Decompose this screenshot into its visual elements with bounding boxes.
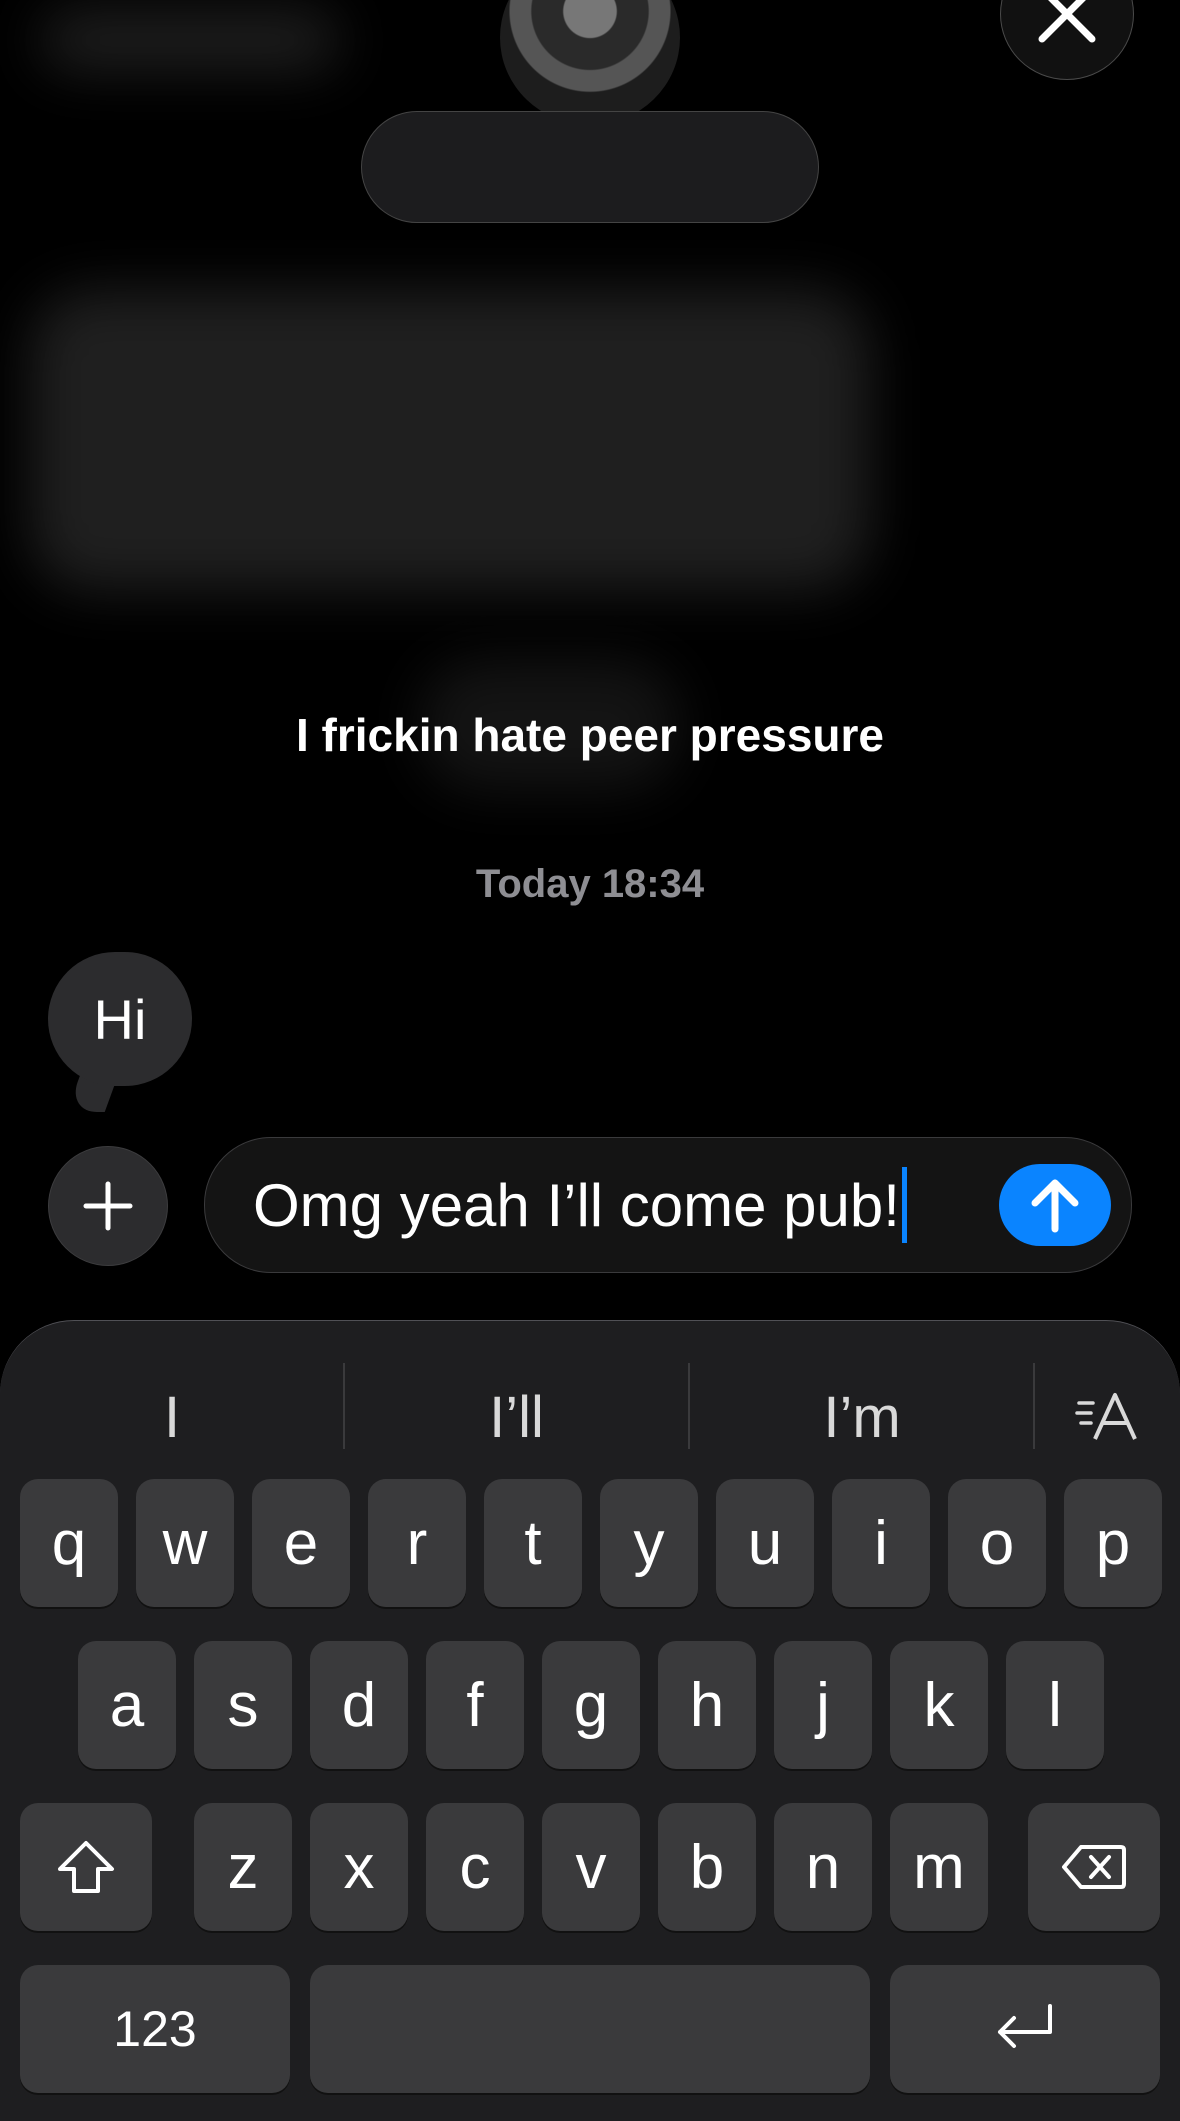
incoming-message-bubble[interactable]: Hi [48, 952, 192, 1086]
arrow-up-icon [1031, 1179, 1079, 1233]
close-button[interactable] [1000, 0, 1134, 80]
key-g[interactable]: g [542, 1641, 640, 1769]
key-c[interactable]: c [426, 1803, 524, 1931]
numbers-key[interactable]: 123 [20, 1965, 290, 2093]
incoming-message-text: Hi [93, 987, 147, 1051]
prediction-1[interactable]: I [0, 1365, 344, 1469]
key-y[interactable]: y [600, 1479, 698, 1607]
delete-key[interactable] [1028, 1803, 1160, 1931]
space-key[interactable] [310, 1965, 870, 2093]
key-o[interactable]: o [948, 1479, 1046, 1607]
key-m[interactable]: m [890, 1803, 988, 1931]
key-r[interactable]: r [368, 1479, 466, 1607]
keyboard: I I’ll I’m q w e r t y u i o p a s d f g… [0, 1320, 1180, 2121]
message-input[interactable]: Omg yeah I’ll come pub! [204, 1137, 1132, 1273]
key-n[interactable]: n [774, 1803, 872, 1931]
key-b[interactable]: b [658, 1803, 756, 1931]
text-format-icon [1074, 1393, 1137, 1440]
blurred-header-text [40, 10, 340, 70]
text-format-button[interactable] [1035, 1365, 1180, 1469]
key-l[interactable]: l [1006, 1641, 1104, 1769]
key-k[interactable]: k [890, 1641, 988, 1769]
message-input-text: Omg yeah I’ll come pub! [253, 1171, 900, 1239]
contact-name-pill[interactable] [361, 111, 819, 223]
plus-icon [83, 1181, 133, 1231]
key-s[interactable]: s [194, 1641, 292, 1769]
key-w[interactable]: w [136, 1479, 234, 1607]
key-q[interactable]: q [20, 1479, 118, 1607]
key-j[interactable]: j [774, 1641, 872, 1769]
key-t[interactable]: t [484, 1479, 582, 1607]
message-input-text-wrap[interactable]: Omg yeah I’ll come pub! [253, 1138, 907, 1272]
delete-icon [1062, 1845, 1126, 1889]
return-key[interactable] [890, 1965, 1160, 2093]
key-f[interactable]: f [426, 1641, 524, 1769]
send-button[interactable] [999, 1164, 1111, 1246]
key-i[interactable]: i [832, 1479, 930, 1607]
key-u[interactable]: u [716, 1479, 814, 1607]
key-z[interactable]: z [194, 1803, 292, 1931]
add-attachment-button[interactable] [48, 1146, 168, 1266]
blurred-message [30, 290, 870, 590]
text-cursor [901, 1167, 907, 1243]
shift-icon [58, 1841, 114, 1893]
contact-avatar[interactable] [500, 0, 680, 125]
status-message: I frickin hate peer pressure [295, 709, 885, 761]
return-icon [998, 2004, 1052, 2048]
shift-key[interactable] [20, 1803, 152, 1931]
key-h[interactable]: h [658, 1641, 756, 1769]
prediction-2[interactable]: I’ll [345, 1365, 688, 1469]
close-icon [1038, 0, 1096, 43]
message-timestamp: Today 18:34 [475, 862, 705, 906]
key-p[interactable]: p [1064, 1479, 1162, 1607]
key-v[interactable]: v [542, 1803, 640, 1931]
key-x[interactable]: x [310, 1803, 408, 1931]
key-a[interactable]: a [78, 1641, 176, 1769]
prediction-3[interactable]: I’m [690, 1365, 1034, 1469]
key-d[interactable]: d [310, 1641, 408, 1769]
key-e[interactable]: e [252, 1479, 350, 1607]
